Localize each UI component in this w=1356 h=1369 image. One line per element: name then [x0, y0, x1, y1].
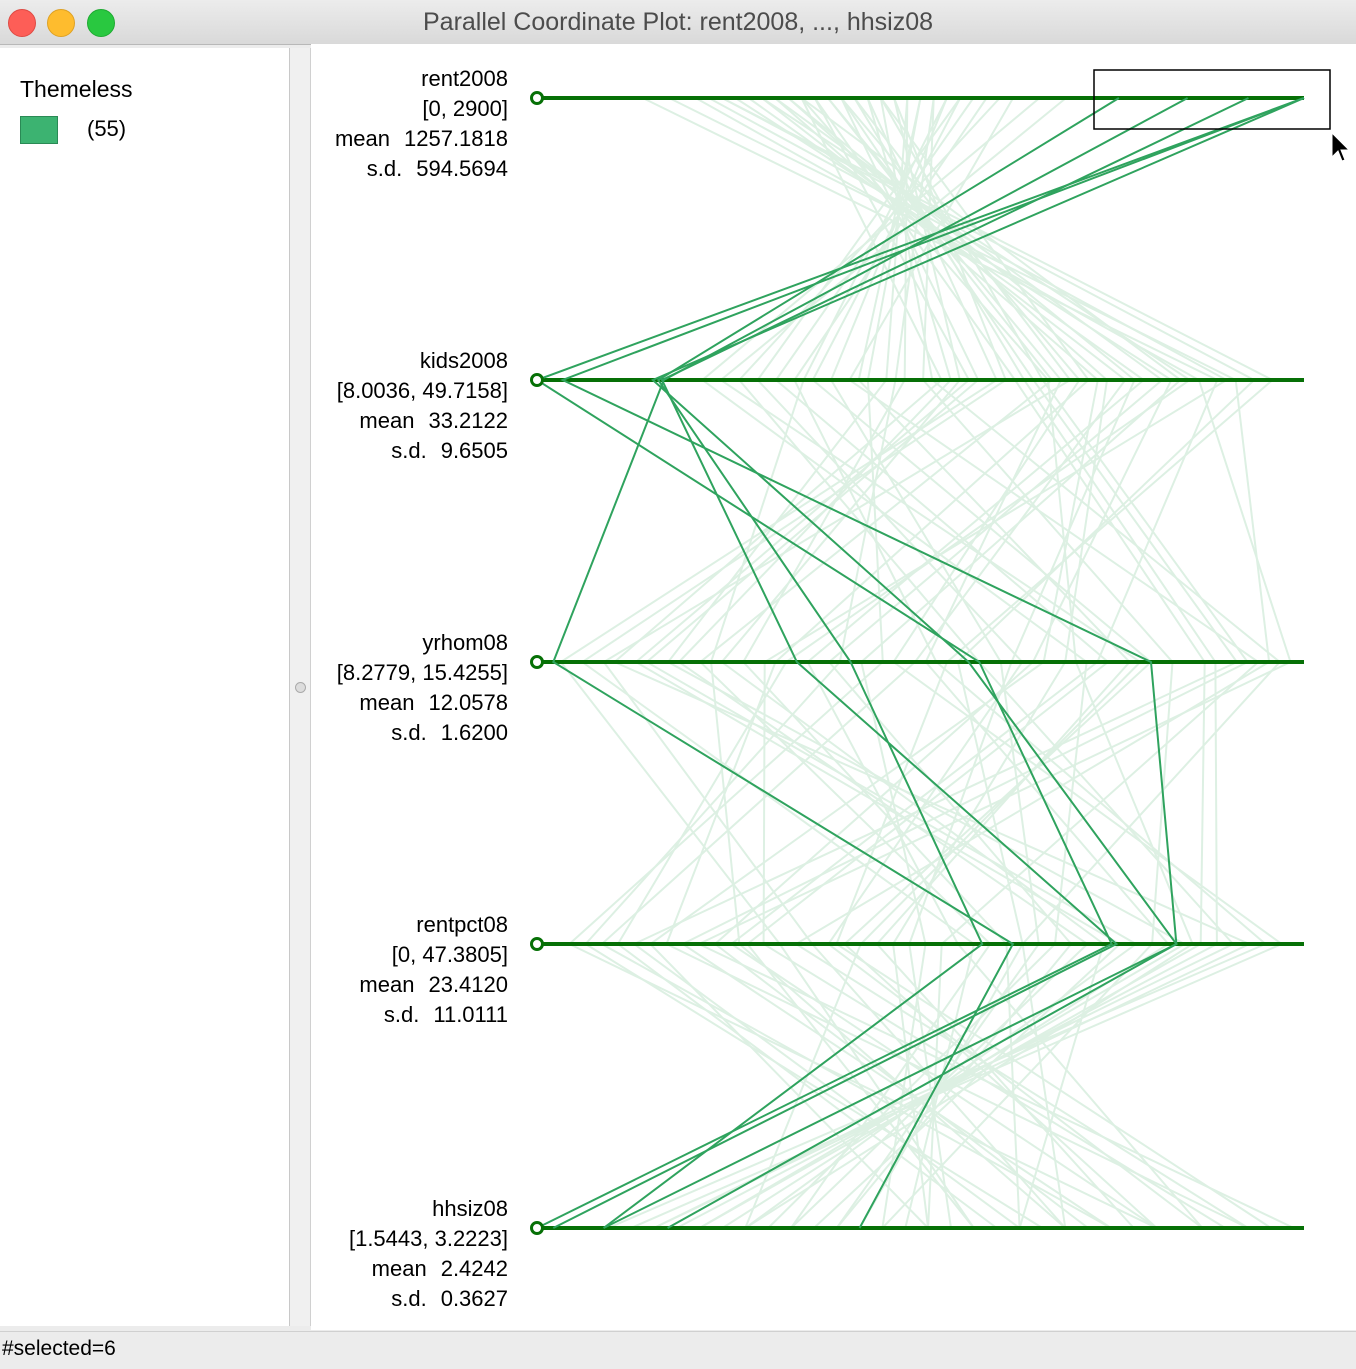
- variable-mean: mean 33.2122: [337, 406, 508, 436]
- variable-mean: mean 2.4242: [349, 1254, 508, 1284]
- variable-sd: s.d. 594.5694: [335, 154, 508, 184]
- variable-name: hhsiz08: [432, 1196, 508, 1221]
- selection-count-status: #selected=6: [2, 1337, 116, 1360]
- axis-label-yrhom08: yrhom08 [8.2779, 15.4255] mean 12.0578 s.d. 1…: [337, 628, 508, 748]
- plot-canvas[interactable]: rent2008 [0, 2900] mean 1257.1818 s.d. 594.56…: [311, 44, 1356, 1330]
- variable-sd-label: s.d.: [391, 720, 427, 745]
- status-bar: #selected=6: [0, 1331, 1356, 1369]
- variable-sd-value: 9.6505: [440, 438, 508, 463]
- variable-sd-label: s.d.: [366, 156, 403, 181]
- axis-handle-kids2008[interactable]: [530, 373, 544, 387]
- splitter-handle-icon[interactable]: [295, 682, 306, 693]
- variable-range: [0, 47.3805]: [391, 942, 508, 967]
- variable-sd-label: s.d.: [391, 438, 427, 463]
- axis-label-rentpct08: rentpct08 [0, 47.3805] mean 23.4120 s.d. 11.0…: [359, 910, 508, 1030]
- variable-mean-value: 1257.1818: [404, 126, 508, 151]
- variable-mean-label: mean: [371, 1256, 427, 1281]
- variable-sd-value: 1.6200: [440, 720, 508, 745]
- variable-mean-label: mean: [359, 972, 415, 997]
- legend-pane: Themeless (55): [0, 48, 290, 1326]
- variable-sd-value: 594.5694: [416, 156, 508, 181]
- variable-mean: mean 1257.1818: [335, 124, 508, 154]
- variable-mean-label: mean: [359, 690, 415, 715]
- legend-color-swatch[interactable]: [20, 116, 58, 144]
- axis-handle-hhsiz08[interactable]: [530, 1221, 544, 1235]
- axis-handle-yrhom08[interactable]: [530, 655, 544, 669]
- variable-mean: mean 23.4120: [359, 970, 508, 1000]
- variable-range: [1.5443, 3.2223]: [348, 1226, 508, 1251]
- variable-name: rent2008: [421, 66, 508, 91]
- variable-sd: s.d. 11.0111: [359, 1000, 508, 1030]
- variable-range: [0, 2900]: [422, 96, 508, 121]
- window-title: Parallel Coordinate Plot: rent2008, ...,…: [422, 8, 934, 36]
- axis-label-hhsiz08: hhsiz08 [1.5443, 3.2223] mean 2.4242 s.d. 0.3…: [349, 1194, 508, 1314]
- legend-count: (55): [87, 116, 127, 141]
- axis-label-kids2008: kids2008 [8.0036, 49.7158] mean 33.2122 s.d.…: [337, 346, 508, 466]
- variable-mean-value: 12.0578: [428, 690, 508, 715]
- axis-handle-rentpct08[interactable]: [530, 937, 544, 951]
- variable-sd-value: 0.3627: [440, 1286, 508, 1311]
- variable-mean-label: mean: [334, 126, 390, 151]
- axis-handle-rent2008[interactable]: [530, 91, 544, 105]
- variable-sd: s.d. 1.6200: [337, 718, 508, 748]
- variable-mean-value: 2.4242: [440, 1256, 508, 1281]
- axis-label-rent2008: rent2008 [0, 2900] mean 1257.1818 s.d. 594.56…: [335, 64, 508, 184]
- variable-sd: s.d. 0.3627: [349, 1284, 508, 1314]
- variable-mean-value: 33.2122: [428, 408, 508, 433]
- variable-mean-label: mean: [359, 408, 415, 433]
- variable-range: [8.2779, 15.4255]: [336, 660, 508, 685]
- legend-title: Themeless: [20, 76, 133, 102]
- mouse-cursor-icon: [1331, 131, 1351, 162]
- variable-sd: s.d. 9.6505: [337, 436, 508, 466]
- variable-sd-label: s.d.: [383, 1002, 420, 1027]
- variable-name: yrhom08: [422, 630, 508, 655]
- variable-mean-value: 23.4120: [428, 972, 508, 997]
- variable-sd-value: 11.0111: [433, 1002, 508, 1027]
- variable-sd-label: s.d.: [391, 1286, 427, 1311]
- pane-splitter[interactable]: [290, 48, 311, 1326]
- variable-mean: mean 12.0578: [337, 688, 508, 718]
- title-bar: Parallel Coordinate Plot: rent2008, ...,…: [0, 0, 1356, 45]
- variable-name: rentpct08: [416, 912, 508, 937]
- variable-name: kids2008: [419, 348, 508, 373]
- variable-range: [8.0036, 49.7158]: [336, 378, 508, 403]
